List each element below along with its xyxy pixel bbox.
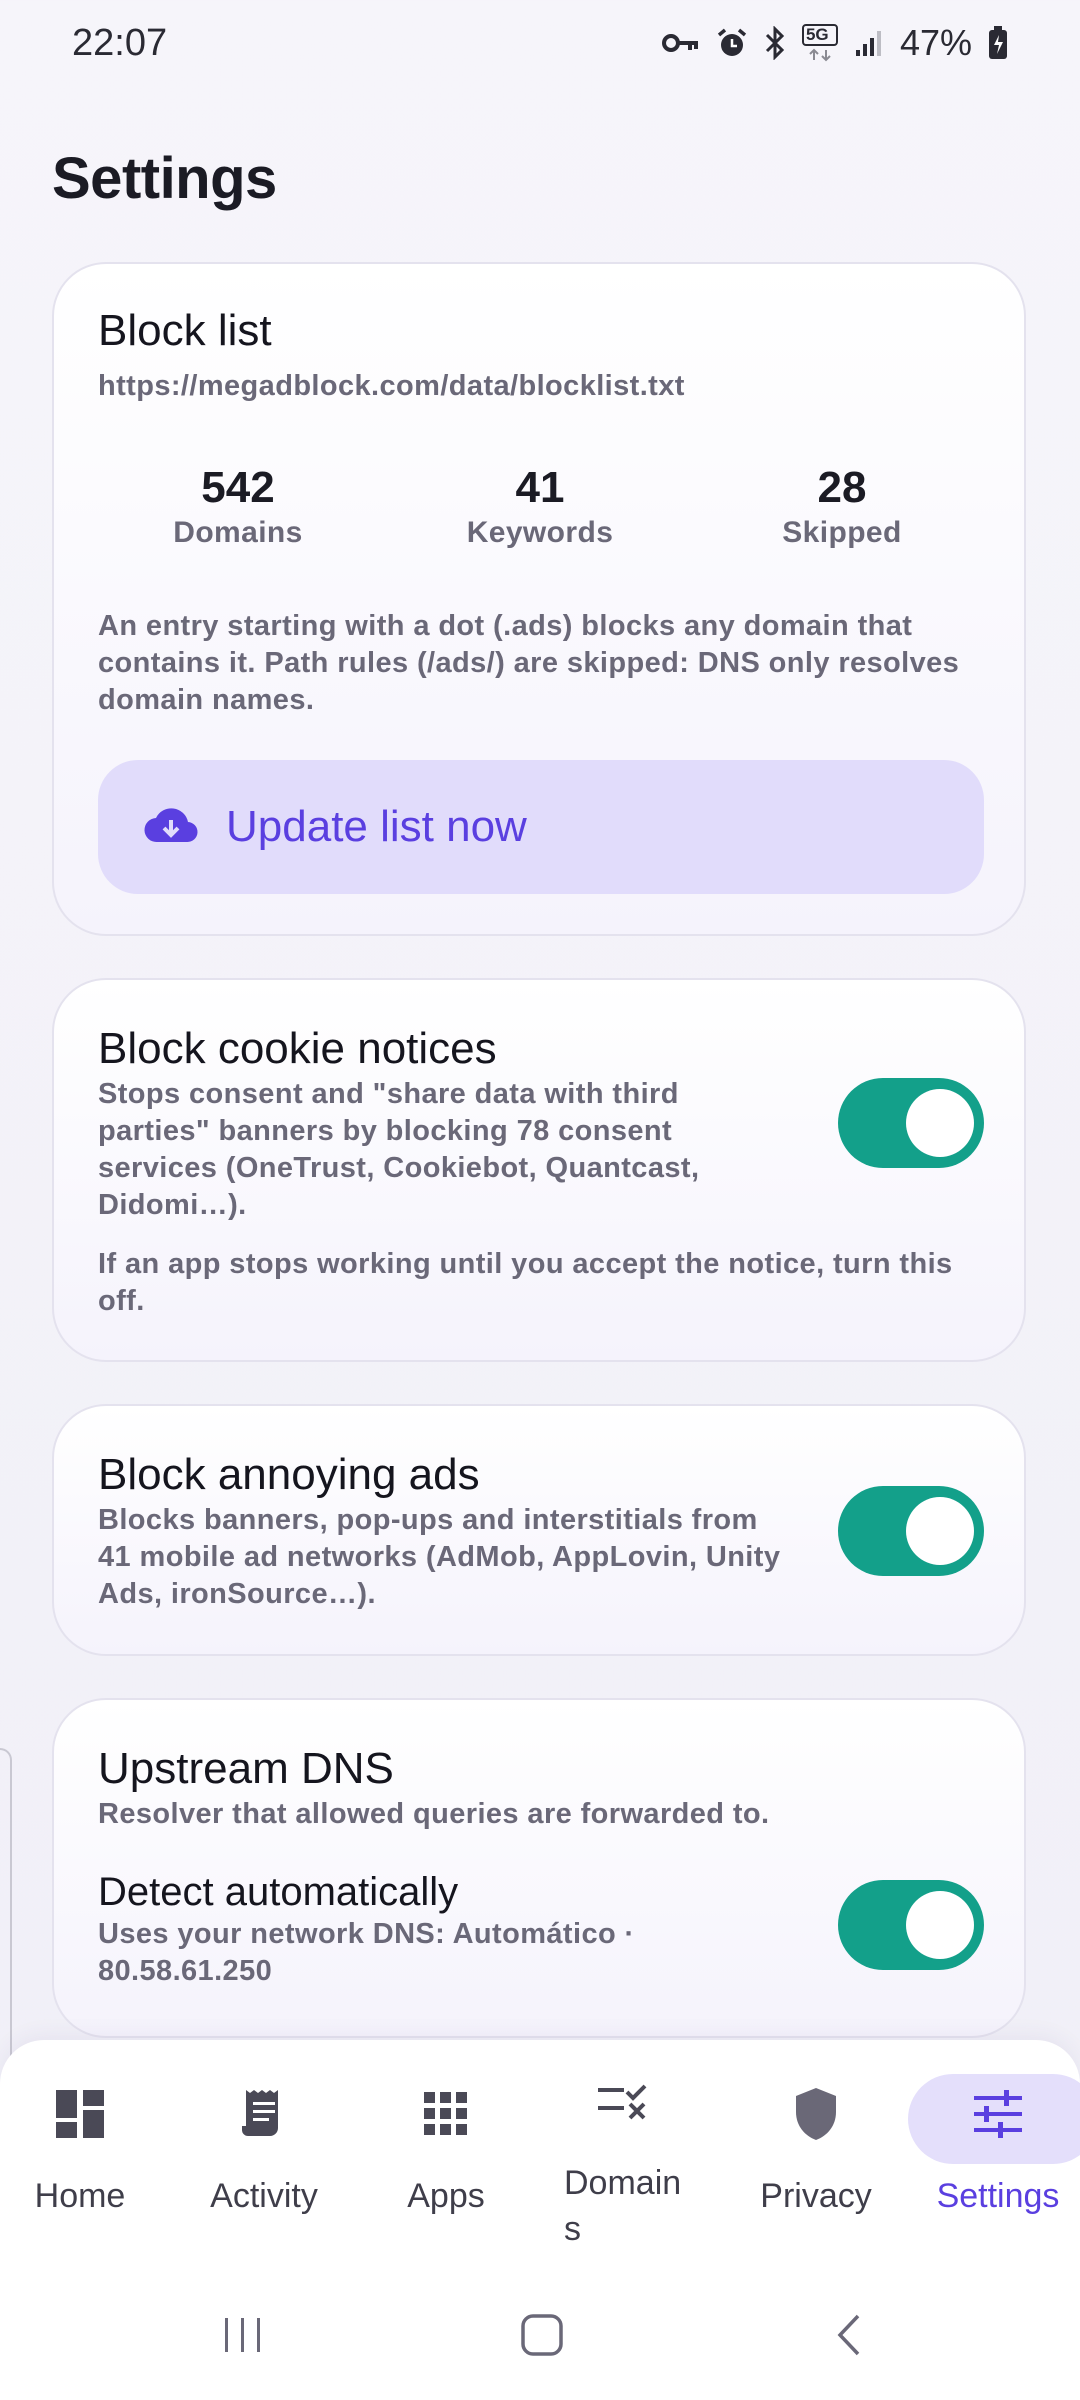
dns-auto-title: Detect automatically: [98, 1870, 459, 1914]
ads-desc: Blocks banners, pop-ups and interstitial…: [98, 1504, 781, 1610]
stat-keywords-label: Keywords: [466, 516, 614, 549]
shield-icon: [796, 2088, 836, 2140]
nav-apps-label: Apps: [407, 2177, 485, 2215]
dns-subtitle: Resolver that allowed queries are forwar…: [98, 1798, 770, 1830]
dashboard-icon: [56, 2090, 104, 2138]
tune-icon: [974, 2090, 1022, 2138]
update-list-button[interactable]: Update list now: [98, 760, 984, 894]
cookie-toggle[interactable]: [838, 1078, 984, 1168]
cookie-note: If an app stops working until you accept…: [98, 1248, 953, 1317]
system-nav-bar: [0, 2280, 1080, 2400]
toggle-knob: [906, 1497, 974, 1565]
nav-activity-label: Activity: [210, 2177, 318, 2215]
ads-card: Block annoying ads Blocks banners, pop-u…: [52, 1404, 1026, 1656]
nav-activity[interactable]: Activity: [174, 2040, 354, 2280]
stat-domains: 542 Domains: [128, 464, 348, 550]
stat-skipped-label: Skipped: [782, 516, 902, 549]
rule-icon: [598, 2084, 647, 2120]
blocklist-title: Block list: [98, 306, 272, 355]
nav-settings-label: Settings: [936, 2177, 1060, 2215]
network-type: 5G: [805, 25, 829, 44]
home-button-icon[interactable]: [519, 2312, 565, 2358]
stat-domains-value: 542: [201, 463, 275, 512]
dns-title: Upstream DNS: [98, 1744, 394, 1793]
stat-skipped-value: 28: [817, 463, 867, 512]
status-icons: 5G 47%: [661, 22, 1008, 64]
ads-toggle[interactable]: [838, 1486, 984, 1576]
5g-icon: 5G: [801, 24, 838, 62]
nav-domains-label: Domain s: [564, 2164, 682, 2248]
nav-privacy-label: Privacy: [760, 2177, 872, 2215]
stat-skipped: 28 Skipped: [732, 464, 952, 550]
blocklist-url: https://megadblock.com/data/blocklist.tx…: [98, 370, 685, 402]
nav-home-label: Home: [34, 2177, 126, 2215]
key-icon: [661, 29, 700, 57]
signal-icon: [854, 28, 884, 58]
dns-auto-toggle[interactable]: [838, 1880, 984, 1970]
blocklist-note: An entry starting with a dot (.ads) bloc…: [98, 610, 960, 716]
update-list-label: Update list now: [226, 802, 527, 851]
page-title: Settings: [52, 146, 277, 211]
back-icon[interactable]: [828, 2312, 874, 2358]
status-bar: 22:07 5G 47%: [0, 0, 1080, 90]
nav-domains[interactable]: Domain s: [534, 2040, 714, 2280]
recents-icon[interactable]: [220, 2312, 266, 2358]
cookie-title: Block cookie notices: [98, 1024, 497, 1073]
ads-title: Block annoying ads: [98, 1450, 480, 1499]
nav-privacy[interactable]: Privacy: [726, 2040, 906, 2280]
receipt-icon: [242, 2090, 278, 2136]
nav-home[interactable]: Home: [0, 2040, 170, 2280]
dns-card: Upstream DNS Resolver that allowed queri…: [52, 1698, 1026, 2038]
stat-keywords-value: 41: [515, 463, 565, 512]
cookie-desc: Stops consent and "share data with third…: [98, 1078, 700, 1221]
battery-icon: [988, 26, 1008, 60]
nav-apps[interactable]: Apps: [356, 2040, 536, 2280]
nav-settings[interactable]: Settings: [908, 2040, 1080, 2280]
bottom-nav: Home Activity Apps Domain s Privacy Sett…: [0, 2040, 1080, 2280]
stat-domains-label: Domains: [173, 516, 303, 549]
blocklist-card: Block list https://megadblock.com/data/b…: [52, 262, 1026, 936]
cookie-card: Block cookie notices Stops consent and "…: [52, 978, 1026, 1362]
dns-auto-desc: Uses your network DNS: Automático · 80.5…: [98, 1918, 635, 1987]
cloud-download-icon: [144, 808, 198, 843]
apps-grid-icon: [424, 2092, 467, 2135]
bluetooth-icon: [764, 26, 786, 60]
stat-keywords: 41 Keywords: [430, 464, 650, 550]
battery-percent: 47%: [899, 22, 972, 63]
status-time: 22:07: [72, 22, 168, 64]
alarm-icon: [716, 27, 748, 59]
toggle-knob: [906, 1089, 974, 1157]
toggle-knob: [906, 1891, 974, 1959]
